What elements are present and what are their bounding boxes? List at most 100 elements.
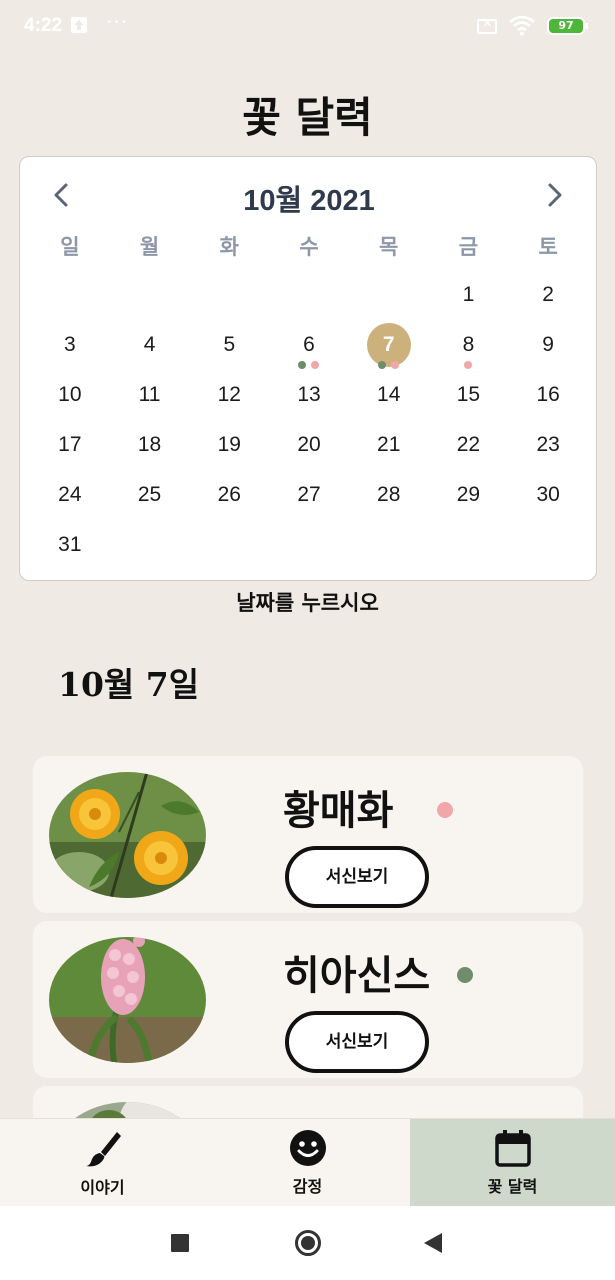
calendar-day[interactable]: 31 [30,520,110,570]
weekday-label: 일 [60,235,80,259]
calendar-day[interactable]: 14 [349,370,429,420]
green-marker-dot [378,361,387,369]
day-number: 27 [297,483,321,506]
calendar-day[interactable]: 23 [508,420,588,470]
calendar-day[interactable]: 3 [30,320,110,370]
calendar-day[interactable]: 20 [269,420,349,470]
calendar-day[interactable]: 26 [189,470,269,520]
calendar-day[interactable]: 9 [508,320,588,370]
day-number: 22 [456,433,481,456]
flower-card[interactable]: 히아신스 서신보기 [33,921,583,1078]
selected-date-heading: 10월 7일 [58,665,200,704]
no-sim-icon [477,16,497,34]
day-number: 9 [542,333,554,356]
calendar-day[interactable]: 25 [110,470,190,520]
status-icons: 97 [477,16,588,36]
calendar-day[interactable]: 17 [30,420,110,470]
day-number: 10 [58,383,82,406]
home-button[interactable] [295,1230,321,1256]
battery-icon: 97 [547,17,588,35]
day-markers [269,361,349,369]
page-title: 꽃 달력 [242,93,373,142]
flower-name: 히아신스 [283,952,431,999]
status-bar: 4:22 ··· 97 [0,0,615,54]
green-marker-dot [298,361,307,369]
smiley-icon [289,1129,326,1166]
day-number: 13 [297,383,321,406]
day-number: 25 [137,483,162,506]
calendar-day[interactable]: 29 [429,470,509,520]
calendar-day[interactable]: 4 [110,320,190,370]
nav-story[interactable]: 이야기 [0,1119,205,1206]
pink-marker-dot [391,361,400,369]
status-time: 4:22 [24,15,63,36]
next-month-button[interactable] [540,179,570,211]
day-number: 1 [462,283,475,306]
calendar-day[interactable]: 22 [429,420,509,470]
calendar-day[interactable]: 28 [349,470,429,520]
wifi-icon [509,16,535,36]
day-number: 30 [536,483,560,506]
calendar-day[interactable]: 6 [269,320,349,370]
weekday-header: 일 월 화 수 목 금 토 [30,231,588,261]
day-markers [349,361,429,369]
calendar-day[interactable]: 5 [189,320,269,370]
calendar-day[interactable]: 21 [349,420,429,470]
calendar-empty-cell [189,270,269,320]
calendar-empty-cell [110,270,190,320]
day-markers [429,361,509,369]
weekday-label: 화 [219,235,239,259]
day-number: 8 [462,333,475,356]
calendar-day[interactable]: 27 [269,470,349,520]
calendar-day[interactable]: 15 [429,370,509,420]
calendar-day[interactable]: 13 [269,370,349,420]
calendar-empty-cell [269,270,349,320]
calendar-day[interactable]: 19 [189,420,269,470]
calendar-day[interactable]: 18 [110,420,190,470]
recent-apps-button[interactable] [171,1234,189,1252]
nav-flower-calendar[interactable]: 꽃 달력 [410,1119,615,1206]
calendar-day[interactable]: 8 [429,320,509,370]
day-number: 2 [542,283,554,306]
day-number: 26 [217,483,241,506]
day-number: 12 [217,383,241,406]
calendar-day[interactable]: 12 [189,370,269,420]
back-button[interactable] [424,1233,442,1253]
calendar-month-label: 10월 2021 [243,185,375,217]
day-number: 16 [536,383,560,406]
calendar-day-selected[interactable]: 7 [349,320,429,370]
select-date-hint: 날짜를 누르시오 [236,591,379,615]
bottom-navigation: 이야기 감정 꽃 달력 [0,1118,615,1206]
day-number: 5 [223,333,236,356]
calendar-day[interactable]: 2 [508,270,588,320]
day-number: 4 [143,333,156,356]
weekday-label: 토 [538,235,558,259]
calendar-grid: 1 2 3 4 5 6 7 8 9 10 11 12 13 14 15 16 17 18 19 20 21 22 23 24 2… [30,270,588,570]
pink-marker-dot [464,361,473,369]
flower-card[interactable]: 황매화 서신보기 [33,756,583,913]
day-number: 14 [377,383,401,406]
day-number: 3 [64,333,76,356]
flower-color-dot [437,802,453,818]
upload-icon [71,17,87,33]
calendar-day[interactable]: 24 [30,470,110,520]
calendar-day[interactable]: 11 [110,370,190,420]
day-number: 29 [456,483,481,506]
weekday-label: 수 [299,235,319,259]
weekday-label: 월 [139,235,160,259]
pink-marker-dot [311,361,320,369]
calendar-icon [494,1129,531,1167]
calendar-day[interactable]: 16 [508,370,588,420]
brush-icon [85,1131,121,1166]
calendar-empty-cell [30,270,110,320]
day-number: 17 [58,433,82,456]
flower-name: 황매화 [283,787,394,834]
calendar-day[interactable]: 1 [429,270,509,320]
view-letter-button[interactable]: 서신보기 [285,846,429,908]
calendar-day[interactable]: 30 [508,470,588,520]
day-number: 15 [456,383,481,406]
nav-emotion[interactable]: 감정 [205,1119,410,1206]
nav-label: 감정 [292,1176,323,1196]
view-letter-button[interactable]: 서신보기 [285,1011,429,1073]
calendar-day[interactable]: 10 [30,370,110,420]
